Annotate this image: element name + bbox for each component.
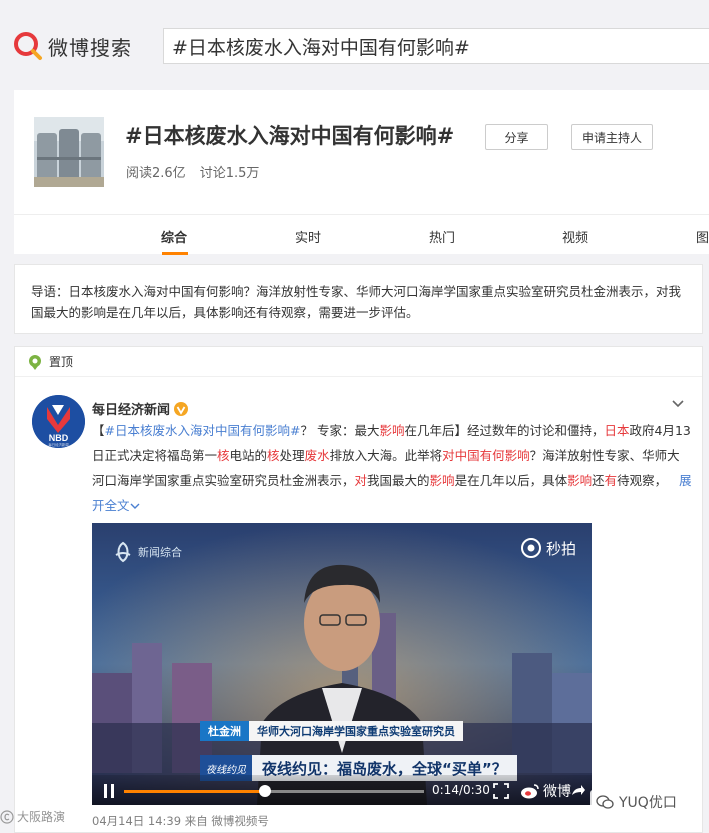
fullscreen-icon[interactable] bbox=[493, 783, 509, 799]
post-seg: 还 bbox=[592, 473, 605, 488]
weibo-watermark: 微博 bbox=[520, 781, 571, 801]
post-text: 【#日本核废水入海对中国有何影响#？ 专家：最大影响在几年后】经过数年的讨论和僵… bbox=[92, 418, 692, 518]
discussion-count: 讨论1.5万 bbox=[199, 166, 260, 181]
tab-realtime[interactable]: 实时 bbox=[295, 227, 321, 246]
avatar-text: NBD bbox=[49, 433, 69, 443]
avatar[interactable]: NBD 每日经济新闻 bbox=[32, 395, 85, 448]
pinned-row: 置顶 bbox=[15, 347, 702, 377]
read-count: 阅读2.6亿 bbox=[126, 166, 186, 181]
search-logo-icon bbox=[14, 32, 42, 60]
hashtag-link[interactable]: #日本核废水入海对中国有何影响# bbox=[105, 423, 301, 438]
share-icon[interactable] bbox=[570, 783, 586, 799]
miaopai-watermark: 秒拍 bbox=[520, 537, 576, 559]
progress-fill bbox=[124, 790, 265, 793]
keyword-highlight: 核 bbox=[267, 448, 280, 463]
pin-icon bbox=[29, 354, 41, 370]
expand-chevron-icon bbox=[130, 503, 140, 509]
post-seg: ？ 专家：最大 bbox=[300, 423, 380, 438]
post-seg: 【 bbox=[92, 423, 105, 438]
topic-thumbnail bbox=[34, 117, 104, 187]
wechat-icon bbox=[596, 795, 614, 809]
post-seg: 是在几年以后，具体 bbox=[454, 473, 568, 488]
apply-host-button[interactable]: 申请主持人 bbox=[571, 124, 653, 150]
tab-images[interactable]: 图 bbox=[696, 227, 709, 246]
channel-logo-icon bbox=[115, 541, 131, 563]
video-player[interactable]: 新闻综合 秒拍 杜金洲 华师大河口海岸学国家重点实验室研究员 夜线约见 夜线约见… bbox=[92, 523, 592, 805]
author-name[interactable]: 每日经济新闻 bbox=[92, 399, 189, 418]
channel-name: 新闻综合 bbox=[138, 546, 182, 559]
verified-icon bbox=[174, 401, 189, 416]
keyword-highlight: 影响 bbox=[429, 473, 455, 488]
keyword-highlight: 影响 bbox=[567, 473, 593, 488]
keyword-highlight: 影响 bbox=[379, 423, 405, 438]
keyword-highlight: 废水 bbox=[304, 448, 330, 463]
progress-bar[interactable] bbox=[124, 785, 424, 797]
weibo-label: 微博 bbox=[543, 784, 571, 800]
post-seg: 排放入大海。此举将 bbox=[329, 448, 443, 463]
progress-knob[interactable] bbox=[259, 785, 271, 797]
keyword-highlight: 有 bbox=[604, 473, 618, 488]
pinned-label: 置顶 bbox=[49, 355, 74, 369]
keyword-highlight: 对 bbox=[354, 473, 368, 488]
copyright-icon bbox=[0, 809, 14, 824]
channel-logo: 新闻综合 bbox=[112, 541, 182, 563]
topic-title: #日本核废水入海对中国有何影响# bbox=[125, 124, 455, 148]
top-bar: 微博搜索 bbox=[0, 0, 709, 88]
active-tab-indicator bbox=[162, 252, 188, 255]
keyword-highlight: 核 bbox=[217, 448, 230, 463]
search-box[interactable] bbox=[163, 28, 709, 64]
watermark-right-label: YUQ优口 bbox=[619, 795, 677, 811]
speaker-name: 杜金洲 bbox=[200, 721, 249, 741]
watermark-left: 大阪路演 bbox=[0, 808, 65, 825]
logo-text: 微博搜索 bbox=[48, 35, 132, 60]
watermark-left-label: 大阪路演 bbox=[17, 810, 66, 824]
avatar-subtext: 每日经济新闻 bbox=[48, 442, 69, 447]
keyword-highlight: 日本 bbox=[604, 423, 630, 438]
author-label[interactable]: 每日经济新闻 bbox=[92, 399, 170, 418]
topic-card: #日本核废水入海对中国有何影响# 分享 申请主持人 阅读2.6亿 讨论1.5万 bbox=[14, 90, 709, 214]
miaopai-label: 秒拍 bbox=[545, 539, 576, 558]
tab-bar: 综合 实时 热门 视频 图 bbox=[14, 214, 709, 255]
post-seg: 在几年后】经过数年的讨论和僵持， bbox=[404, 423, 605, 438]
tab-hot[interactable]: 热门 bbox=[429, 227, 455, 246]
search-input[interactable] bbox=[164, 29, 709, 63]
share-button[interactable]: 分享 bbox=[485, 124, 548, 150]
feed-card: 置顶 NBD 每日经济新闻 每日经济新闻 【#日本核废水入海对中国有何影响#？ … bbox=[14, 346, 703, 833]
watermark-right: YUQ优口 bbox=[590, 790, 683, 814]
post-seg: 待观察， bbox=[617, 473, 668, 488]
pause-icon[interactable] bbox=[102, 783, 116, 799]
post-seg: 处理 bbox=[279, 448, 305, 463]
tab-video[interactable]: 视频 bbox=[562, 227, 588, 246]
post-seg: 我国最大的 bbox=[367, 473, 430, 488]
chevron-down-icon[interactable] bbox=[671, 399, 685, 409]
post-meta: 04月14日 14:39 来自 微博视频号 bbox=[92, 814, 269, 828]
weibo-search-logo[interactable]: 微博搜索 bbox=[13, 32, 132, 60]
weibo-icon bbox=[521, 784, 539, 799]
speaker-title: 华师大河口海岸学国家重点实验室研究员 bbox=[249, 721, 463, 741]
keyword-highlight: 对中国有何影响 bbox=[442, 448, 530, 463]
video-controls: 0:14/0:30 微博 bbox=[92, 775, 592, 805]
post-seg: 电站的 bbox=[229, 448, 268, 463]
camera-icon bbox=[520, 538, 541, 558]
timecode: 0:14/0:30 bbox=[432, 783, 490, 797]
tab-comprehensive[interactable]: 综合 bbox=[161, 227, 187, 246]
name-caption: 杜金洲 华师大河口海岸学国家重点实验室研究员 bbox=[200, 721, 463, 741]
topic-stats: 阅读2.6亿 讨论1.5万 bbox=[126, 162, 259, 181]
topic-intro: 导语：日本核废水入海对中国有何影响？海洋放射性专家、华师大河口海岸学国家重点实验… bbox=[14, 264, 703, 334]
